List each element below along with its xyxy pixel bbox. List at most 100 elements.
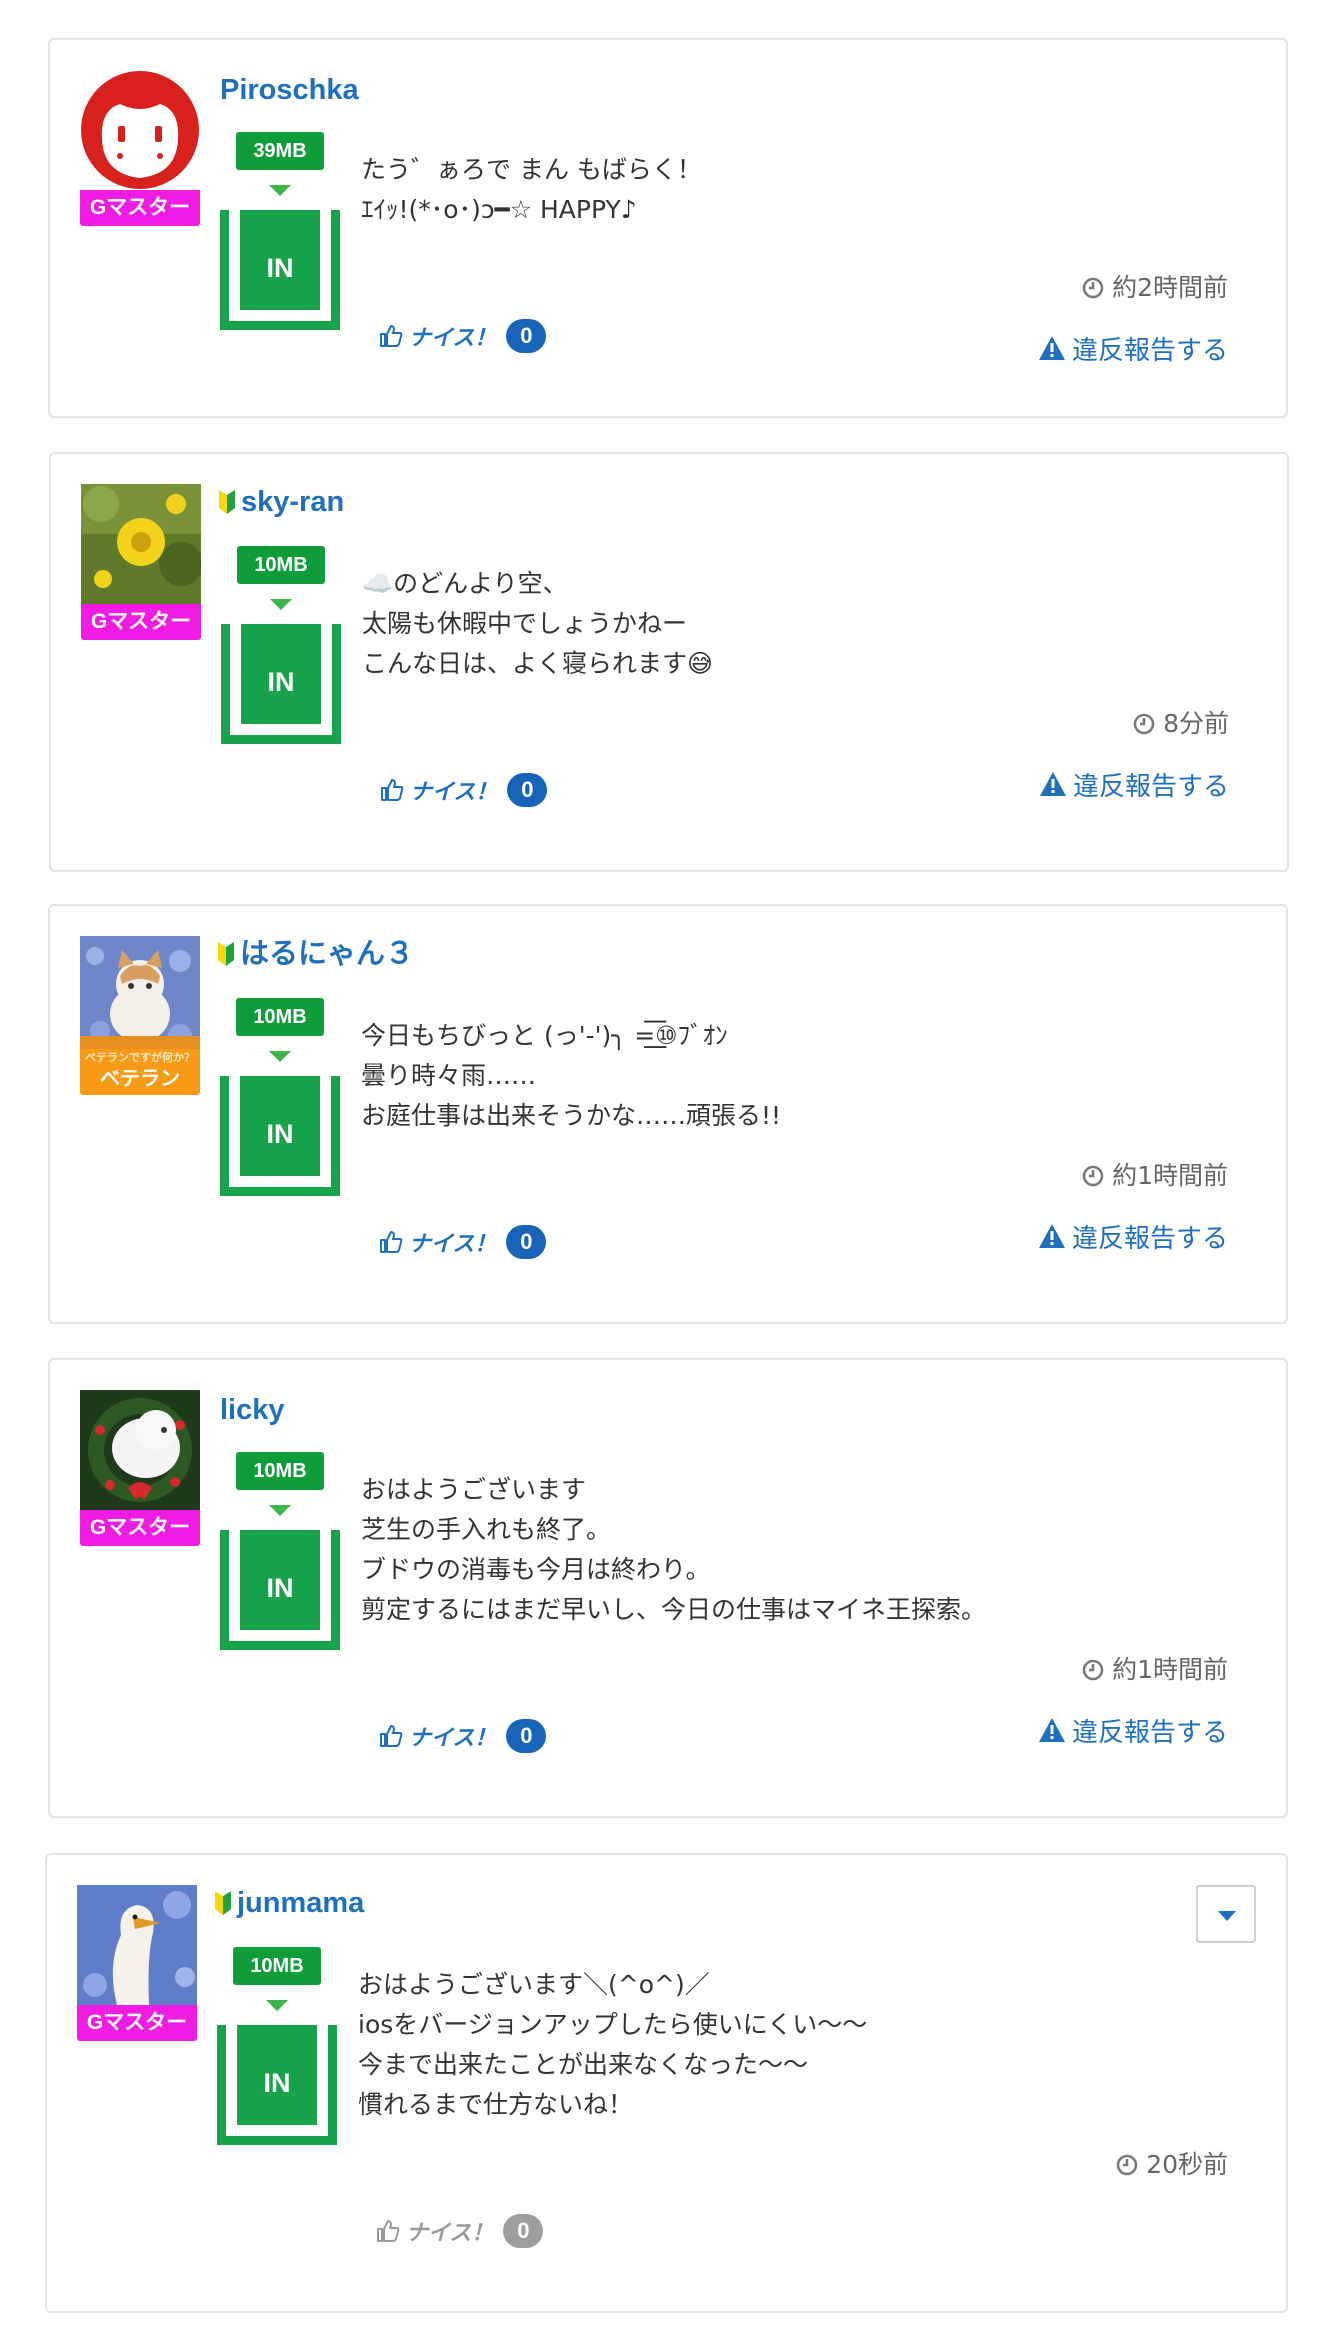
- post-menu-dropdown-button[interactable]: [1196, 1885, 1256, 1943]
- rank-label: ベテラン: [100, 1068, 180, 1090]
- username-text[interactable]: はるにゃん３: [240, 936, 414, 972]
- in-status-icon: IN: [220, 1076, 340, 1196]
- clock-icon: [1082, 1659, 1104, 1681]
- post-card: Gマスター Piroschka 39MB IN たう゛ぁろで まん もばらく！ …: [48, 38, 1288, 418]
- rank-badge: ベテランですが何か？ ベテラン: [80, 1049, 200, 1095]
- in-status-icon: IN: [217, 2025, 337, 2145]
- status-label: IN: [240, 1076, 320, 1176]
- nice-label: ナイス！: [409, 1231, 497, 1256]
- nice-count: 0: [507, 773, 548, 807]
- rank-caption: ベテランですが何か？: [85, 1052, 195, 1064]
- in-status-icon: IN: [221, 624, 341, 744]
- warning-icon: [1038, 1718, 1065, 1742]
- status-label: IN: [237, 2025, 317, 2125]
- report-link[interactable]: 違反報告する: [1038, 1218, 1228, 1254]
- clock-icon: [1133, 713, 1155, 735]
- post-message: たう゛ぁろで まん もばらく！ ｴｲｯ!(*･o･)ɔ━☆ HAPPY♪: [361, 155, 702, 224]
- clock-icon: [1116, 2154, 1138, 2176]
- username[interactable]: sky-ran: [219, 484, 344, 520]
- beginner-mark-icon: [215, 1891, 231, 1915]
- status-label: IN: [241, 624, 321, 724]
- data-size-badge: 10MB: [236, 1452, 324, 1490]
- nice-count: 0: [506, 319, 547, 353]
- nice-label: ナイス！: [409, 1725, 497, 1750]
- post-message: ☁️のどんより空、 太陽も休暇中でしょうかねー こんな日は、よく寝られます😅: [362, 569, 714, 678]
- nice-label: ナイス！: [406, 2220, 494, 2245]
- thumbs-up-icon: [377, 2220, 400, 2242]
- nice-button[interactable]: ナイス！ 0: [380, 772, 548, 808]
- post-message: おはようございます 芝生の手入れも終了。 ブドウの消毒も今月は終わり。 剪定する…: [361, 1475, 987, 1624]
- post-time: 約1時間前: [1082, 1158, 1228, 1194]
- nice-button[interactable]: ナイス！ 0: [379, 318, 547, 354]
- rank-badge: Gマスター: [80, 190, 200, 226]
- avatar[interactable]: [77, 1885, 197, 2005]
- post-card: Gマスター sky-ran 10MB IN ☁️のどんより空、 太陽も休暇中でし…: [49, 452, 1289, 872]
- beginner-mark-icon: [218, 942, 234, 966]
- username-text[interactable]: sky-ran: [241, 484, 344, 520]
- report-label[interactable]: 違反報告する: [1072, 1218, 1228, 1255]
- nice-count: 0: [506, 1225, 547, 1259]
- post-time: 8分前: [1133, 706, 1229, 742]
- time-text: 約2時間前: [1112, 273, 1228, 302]
- data-size-badge: 10MB: [236, 998, 324, 1036]
- arrow-down-icon: [266, 2000, 288, 2011]
- rank-badge: Gマスター: [81, 604, 201, 640]
- time-text: 約1時間前: [1112, 1655, 1228, 1684]
- time-text: 20秒前: [1146, 2150, 1228, 2179]
- report-link[interactable]: 違反報告する: [1038, 1712, 1228, 1748]
- nice-button[interactable]: ナイス！ 0: [379, 1224, 547, 1260]
- arrow-down-icon: [270, 599, 292, 610]
- username[interactable]: junmama: [215, 1885, 364, 1921]
- nice-button[interactable]: ナイス！ 0: [379, 1718, 547, 1754]
- clock-icon: [1082, 1165, 1104, 1187]
- username[interactable]: はるにゃん３: [218, 936, 414, 972]
- warning-icon: [1038, 336, 1065, 360]
- avatar[interactable]: [80, 936, 200, 1056]
- report-label[interactable]: 違反報告する: [1073, 766, 1229, 803]
- report-label[interactable]: 違反報告する: [1072, 330, 1228, 367]
- username[interactable]: licky: [220, 1392, 285, 1428]
- avatar[interactable]: [80, 1390, 200, 1510]
- clock-icon: [1082, 277, 1104, 299]
- arrow-down-icon: [269, 1505, 291, 1516]
- report-label[interactable]: 違反報告する: [1072, 1712, 1228, 1749]
- rank-badge: Gマスター: [80, 1510, 200, 1546]
- avatar[interactable]: [80, 70, 200, 190]
- data-size-badge: 39MB: [236, 132, 324, 170]
- beginner-mark-icon: [219, 490, 235, 514]
- status-label: IN: [240, 210, 320, 310]
- status-label: IN: [240, 1530, 320, 1630]
- time-text: 約1時間前: [1112, 1161, 1228, 1190]
- nice-label: ナイス！: [409, 325, 497, 350]
- in-status-icon: IN: [220, 210, 340, 330]
- post-message: 今日もちびっと (っ'-')╮ =͟͟͞͞⑩ﾌﾞｵﾝ 曇り時々雨…… お庭仕事は…: [361, 1021, 782, 1130]
- post-time: 20秒前: [1116, 2147, 1228, 2183]
- warning-icon: [1039, 772, 1066, 796]
- nice-count: 0: [506, 1719, 547, 1753]
- post-time: 約2時間前: [1082, 270, 1228, 306]
- arrow-down-icon: [269, 185, 291, 196]
- username-text[interactable]: junmama: [237, 1885, 364, 1921]
- thumbs-up-icon: [381, 779, 404, 801]
- username-text[interactable]: licky: [220, 1392, 285, 1428]
- rank-badge: Gマスター: [77, 2005, 197, 2041]
- caret-down-icon: [1218, 1911, 1236, 1921]
- arrow-down-icon: [269, 1051, 291, 1062]
- report-link[interactable]: 違反報告する: [1038, 330, 1228, 366]
- username-text[interactable]: Piroschka: [220, 72, 359, 108]
- nice-button[interactable]: ナイス！ 0: [376, 2213, 544, 2249]
- post-message: おはようございます＼(^o^)／ iosをバージョンアップしたら使いにくい〜〜 …: [358, 1970, 868, 2119]
- username[interactable]: Piroschka: [220, 72, 359, 108]
- report-link[interactable]: 違反報告する: [1039, 766, 1229, 802]
- thumbs-up-icon: [380, 325, 403, 347]
- thumbs-up-icon: [380, 1231, 403, 1253]
- post-card: ベテランですが何か？ ベテラン はるにゃん３ 10MB IN 今日もちびっと (…: [48, 904, 1288, 1324]
- thumbs-up-icon: [380, 1725, 403, 1747]
- in-status-icon: IN: [220, 1530, 340, 1650]
- post-card: Gマスター junmama 10MB IN おはようございます＼(^o^)／ i…: [45, 1853, 1288, 2313]
- data-size-badge: 10MB: [233, 1947, 321, 1985]
- warning-icon: [1038, 1224, 1065, 1248]
- nice-label: ナイス！: [410, 779, 498, 804]
- data-size-badge: 10MB: [237, 546, 325, 584]
- avatar[interactable]: [81, 484, 201, 604]
